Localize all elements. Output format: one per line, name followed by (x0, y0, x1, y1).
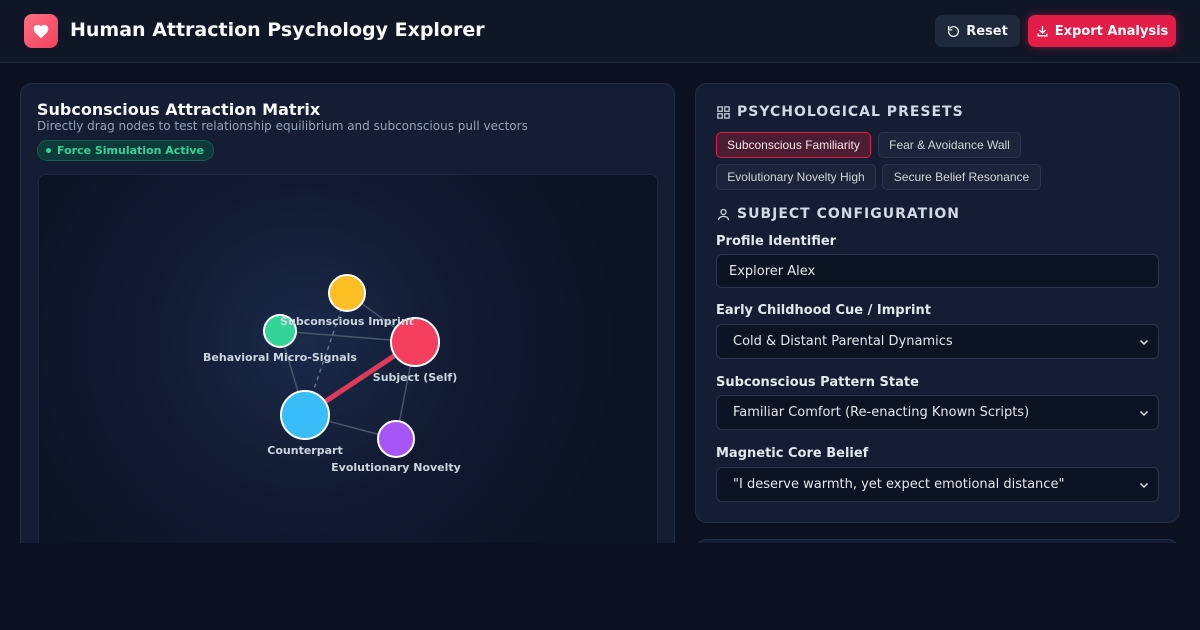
export-label: Export Analysis (1054, 23, 1169, 39)
heart-icon (33, 24, 49, 39)
config-section-title: SUBJECT CONFIGURATION (716, 206, 960, 222)
presets-title: PSYCHOLOGICAL PRESETS (737, 104, 964, 120)
export-analysis-button[interactable]: Export Analysis (1028, 15, 1176, 47)
node-label-subject: Subject (Self) (373, 371, 457, 384)
force-graph: Subconscious Imprint Behavioral Micro-Si… (203, 274, 461, 474)
pattern-state-value: Familiar Comfort (Re-enacting Known Scri… (733, 405, 1030, 420)
download-icon (1037, 25, 1048, 36)
imprint-label: Early Childhood Cue / Imprint (716, 303, 931, 318)
node-label-novelty: Evolutionary Novelty (331, 461, 461, 474)
simulation-status-badge: Force Simulation Active (37, 140, 214, 161)
matrix-subtitle: Directly drag nodes to test relationship… (37, 119, 528, 133)
imprint-value: Cold & Distant Parental Dynamics (733, 334, 953, 349)
chevron-down-icon (1139, 482, 1149, 489)
pattern-state-label: Subconscious Pattern State (716, 375, 919, 390)
reset-icon (948, 25, 960, 37)
grid-icon (717, 105, 730, 119)
matrix-title: Subconscious Attraction Matrix (37, 100, 321, 119)
imprint-select[interactable]: Cold & Distant Parental Dynamics (716, 324, 1159, 359)
app-title: Human Attraction Psychology Explorer (70, 19, 485, 41)
node-subconscious-imprint[interactable] (328, 274, 366, 312)
core-belief-value: "I deserve warmth, yet expect emotional … (733, 477, 1065, 492)
node-evolutionary-novelty[interactable] (377, 420, 415, 458)
user-icon (717, 208, 730, 220)
presets-section-title: PSYCHOLOGICAL PRESETS (716, 104, 964, 120)
config-title: SUBJECT CONFIGURATION (737, 206, 961, 222)
reset-label: Reset (966, 23, 1008, 39)
node-label-counterpart: Counterpart (267, 444, 342, 457)
attraction-matrix-panel: Subconscious Attraction Matrix Directly … (20, 83, 675, 583)
profile-identifier-label: Profile Identifier (716, 234, 837, 249)
preset-secure-belief-resonance[interactable]: Secure Belief Resonance (882, 164, 1041, 190)
app-logo (24, 14, 58, 48)
node-label-imprint: Subconscious Imprint (280, 315, 414, 328)
core-belief-select[interactable]: "I deserve warmth, yet expect emotional … (716, 467, 1159, 502)
profile-identifier-input[interactable]: Explorer Alex (716, 254, 1159, 288)
badge-label: Force Simulation Active (57, 144, 204, 157)
chevron-down-icon (1139, 410, 1149, 417)
viewport-bottom (0, 543, 1200, 630)
reset-button[interactable]: Reset (935, 15, 1020, 47)
node-counterpart[interactable] (280, 390, 330, 440)
pattern-state-select[interactable]: Familiar Comfort (Re-enacting Known Scri… (716, 395, 1159, 430)
configuration-panel: PSYCHOLOGICAL PRESETS Subconscious Famil… (695, 83, 1180, 523)
app-header: Human Attraction Psychology Explorer Res… (0, 0, 1200, 63)
force-graph-canvas[interactable]: Subconscious Imprint Behavioral Micro-Si… (38, 174, 658, 574)
status-dot-icon (46, 148, 51, 153)
chevron-down-icon (1139, 339, 1149, 346)
profile-identifier-value: Explorer Alex (729, 263, 816, 279)
preset-evolutionary-novelty-high[interactable]: Evolutionary Novelty High (716, 164, 876, 190)
preset-subconscious-familiarity[interactable]: Subconscious Familiarity (716, 132, 871, 158)
node-label-signals: Behavioral Micro-Signals (203, 351, 357, 364)
preset-fear-avoidance-wall[interactable]: Fear & Avoidance Wall (878, 132, 1021, 158)
core-belief-label: Magnetic Core Belief (716, 446, 869, 461)
